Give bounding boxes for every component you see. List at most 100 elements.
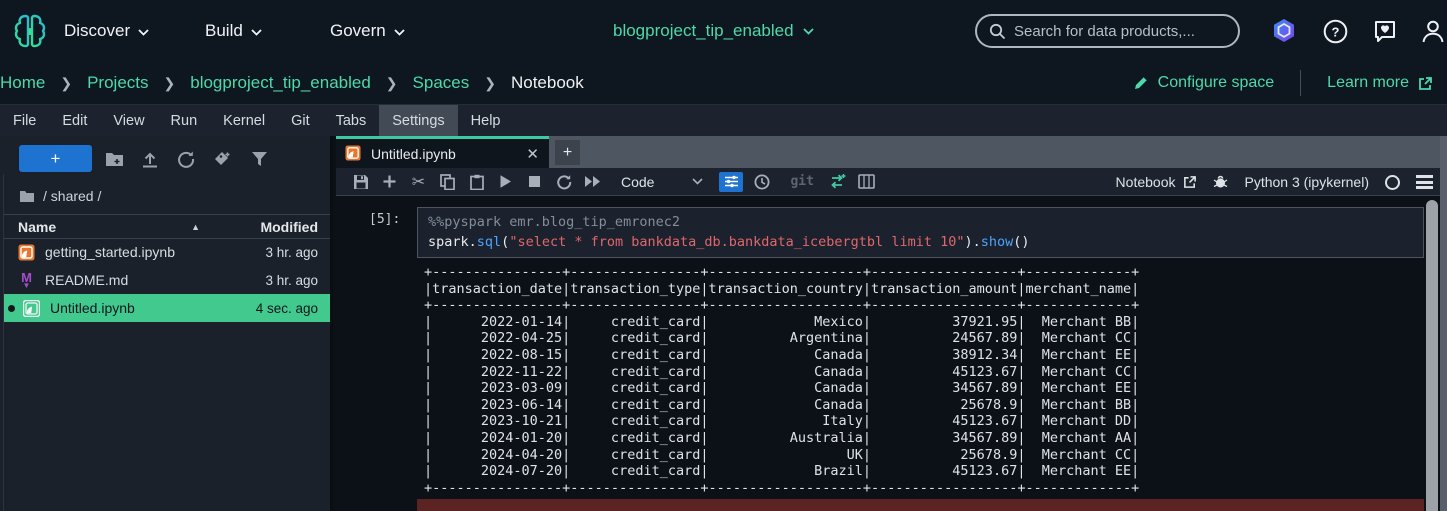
add-cell-icon[interactable] xyxy=(375,170,404,194)
column-name[interactable]: Name xyxy=(18,219,56,235)
breadcrumb-project-name[interactable]: blogproject_tip_enabled xyxy=(190,73,371,93)
chevron-down-icon xyxy=(394,28,405,36)
sliders-icon[interactable] xyxy=(719,171,744,192)
notebook-file-icon xyxy=(345,145,362,162)
divider xyxy=(1300,70,1302,96)
global-search[interactable] xyxy=(975,14,1240,48)
file-row-getting-started[interactable]: getting_started.ipynb 3 hr. ago xyxy=(4,238,330,266)
column-modified[interactable]: Modified xyxy=(260,219,318,235)
notebook-link-label: Notebook xyxy=(1115,174,1176,190)
learn-more-label: Learn more xyxy=(1327,74,1409,91)
tab-bar: Untitled.ipynb ✕ + xyxy=(336,136,1447,168)
save-icon[interactable] xyxy=(346,170,375,194)
kernel-name[interactable]: Python 3 (ipykernel) xyxy=(1244,174,1369,190)
file-name: README.md xyxy=(45,272,129,288)
menu-help[interactable]: Help xyxy=(458,105,514,136)
open-notebook-link[interactable]: Notebook xyxy=(1116,174,1198,190)
paste-cell-icon[interactable] xyxy=(462,170,491,194)
upload-icon[interactable] xyxy=(139,148,161,170)
kernel-status-icon xyxy=(1385,174,1400,190)
restart-kernel-icon[interactable] xyxy=(549,170,578,194)
menu-kernel[interactable]: Kernel xyxy=(210,105,278,136)
nav-menu-label: Discover xyxy=(64,21,131,40)
code-line-2: spark.sql("select * from bankdata_db.ban… xyxy=(428,234,1030,250)
feedback-icon[interactable] xyxy=(1372,18,1398,44)
nav-menu-discover[interactable]: Discover xyxy=(64,0,149,62)
chevron-down-icon xyxy=(138,28,149,36)
notebook-file-icon xyxy=(18,244,35,261)
menu-settings[interactable]: Settings xyxy=(379,105,458,136)
kernel-status-area: Notebook Python 3 (ipykernel) xyxy=(1116,168,1433,196)
pencil-icon xyxy=(1133,75,1149,91)
cut-cell-icon[interactable]: ✂ xyxy=(404,170,433,194)
filebrowser-path[interactable]: / shared / xyxy=(19,183,101,209)
amazon-q-icon[interactable] xyxy=(1271,18,1297,44)
new-folder-icon[interactable] xyxy=(103,148,125,170)
history-clock-icon[interactable] xyxy=(747,170,776,194)
copy-cell-icon[interactable] xyxy=(433,170,462,194)
restart-run-all-icon[interactable] xyxy=(578,170,607,194)
chevron-down-icon xyxy=(802,27,814,35)
refresh-icon[interactable] xyxy=(175,148,197,170)
help-icon[interactable]: ? xyxy=(1322,18,1348,44)
sort-asc-icon[interactable]: ▲ xyxy=(191,222,200,232)
breadcrumb-home[interactable]: Home xyxy=(0,73,45,93)
breadcrumb-bar: Home ❯ Projects ❯ blogproject_tip_enable… xyxy=(0,62,1447,105)
menu-tabs[interactable]: Tabs xyxy=(323,105,380,136)
nav-menu-label: Govern xyxy=(330,21,386,40)
breadcrumb-separator: ❯ xyxy=(60,74,73,91)
menu-run[interactable]: Run xyxy=(158,105,211,136)
breadcrumb-projects[interactable]: Projects xyxy=(87,73,148,93)
file-row-untitled[interactable]: Untitled.ipynb 4 sec. ago xyxy=(4,294,330,322)
filter-icon[interactable] xyxy=(248,148,270,170)
menu-git[interactable]: Git xyxy=(278,105,323,136)
git-toolbar-label[interactable]: git xyxy=(790,174,813,189)
project-selector[interactable]: blogproject_tip_enabled xyxy=(613,0,814,62)
search-input[interactable] xyxy=(1014,22,1226,40)
code-cell-input[interactable]: %%pyspark emr.blog_tip_emronec2 spark.sq… xyxy=(417,207,1424,258)
chevron-down-icon xyxy=(692,178,704,185)
menu-file[interactable]: File xyxy=(0,105,49,136)
nav-menu-label: Build xyxy=(205,21,243,40)
nav-menu-govern[interactable]: Govern xyxy=(330,0,405,62)
file-browser-panel: + / shared / Name ▲ Modified getting_sta… xyxy=(0,136,333,511)
configure-space-button[interactable]: Configure space xyxy=(1133,74,1275,92)
file-row-readme[interactable]: M ▼ README.md 3 hr. ago xyxy=(4,266,330,294)
user-icon[interactable] xyxy=(1420,18,1446,44)
sagemaker-logo-icon[interactable] xyxy=(10,11,50,51)
configure-space-label: Configure space xyxy=(1157,74,1275,91)
run-cell-icon[interactable] xyxy=(491,170,520,194)
file-list-header: Name ▲ Modified xyxy=(4,214,330,239)
learn-more-link[interactable]: Learn more xyxy=(1327,74,1433,92)
book-icon[interactable] xyxy=(852,170,881,194)
app-window: Discover Build Govern blogproject_tip_en… xyxy=(0,0,1447,511)
breadcrumb: Home ❯ Projects ❯ blogproject_tip_enable… xyxy=(0,73,584,93)
search-icon xyxy=(989,23,1006,40)
unsaved-dot-icon xyxy=(8,304,15,312)
breadcrumb-spaces[interactable]: Spaces xyxy=(413,73,470,93)
vertical-scrollbar-thumb[interactable] xyxy=(1426,200,1438,511)
notebook-content: [5]: %%pyspark emr.blog_tip_emronec2 spa… xyxy=(336,196,1447,511)
cell-type-dropdown[interactable]: Code xyxy=(621,174,704,190)
breadcrumb-separator: ❯ xyxy=(484,74,496,91)
repeat-plus-icon[interactable] xyxy=(828,173,846,190)
external-link-icon xyxy=(1418,76,1433,91)
hamburger-menu-icon[interactable] xyxy=(1416,175,1433,189)
menu-view[interactable]: View xyxy=(100,105,157,136)
nav-menu-build[interactable]: Build xyxy=(205,0,262,62)
menu-edit[interactable]: Edit xyxy=(49,105,100,136)
editor-area: Untitled.ipynb ✕ + ✂ Code git Notebook P… xyxy=(336,136,1447,511)
folder-icon xyxy=(19,190,35,203)
new-launcher-button[interactable]: + xyxy=(19,145,92,172)
svg-text:?: ? xyxy=(1331,24,1339,39)
stop-kernel-icon[interactable] xyxy=(520,170,549,194)
path-label: / shared / xyxy=(43,188,102,204)
error-output-bar xyxy=(417,499,1424,511)
tag-plus-icon[interactable] xyxy=(211,148,233,170)
close-tab-icon[interactable]: ✕ xyxy=(526,145,539,163)
cell-output-table: +----------------+----------------+-----… xyxy=(424,264,1140,496)
debugger-bug-icon[interactable] xyxy=(1213,174,1228,190)
file-modified: 3 hr. ago xyxy=(265,244,318,260)
new-tab-button[interactable]: + xyxy=(555,140,580,165)
tab-untitled-ipynb[interactable]: Untitled.ipynb ✕ xyxy=(336,136,549,168)
